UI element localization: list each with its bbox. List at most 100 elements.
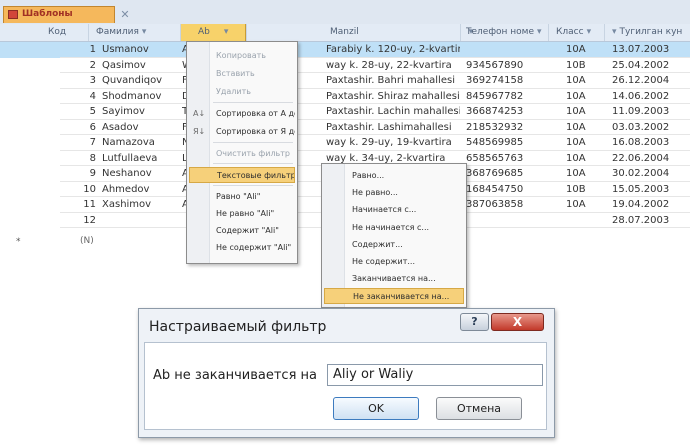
dialog-title: Настраиваемый фильтр [149,319,327,335]
cell-tugilgan-kun[interactable]: 26.12.2004 [612,75,688,86]
column-header-telefon[interactable]: Телефон номе ▾ [466,27,546,37]
cell-manzil[interactable]: way k. 29-uy, 19-kvartira [326,137,460,148]
cell-tugilgan-kun[interactable]: 19.04.2002 [612,199,688,210]
cell-manzil[interactable]: way k. 34-uy, 2-kvartira [326,153,460,164]
column-header-manzil[interactable]: Manzil ▾ [330,27,473,37]
cell-familiya[interactable]: Qasimov [102,60,178,71]
submenu-item[interactable]: Содержит... [324,237,464,253]
cell-manzil[interactable]: Farabiy k. 120-uy, 2-kvartira [326,44,460,55]
cell-kod[interactable]: 1 [70,44,96,55]
submenu-item[interactable]: Не начинается с... [324,220,464,236]
cell-tugilgan-kun[interactable]: 28.07.2003 [612,215,688,226]
cell-familiya[interactable]: Neshanov [102,168,178,179]
cell-manzil[interactable]: way k. 28-uy, 22-kvartira [326,60,460,71]
filter-value-input[interactable]: Aliy or Waliy [327,364,543,386]
cell-telefon[interactable]: 934567890 [466,60,546,71]
cell-telefon[interactable]: 168454750 [466,184,546,195]
menu-item[interactable]: Равно "Ali" [189,189,295,205]
cell-manzil[interactable]: Paxtashir. Lashimahallesi [326,122,460,133]
cell-telefon[interactable]: 387063858 [466,199,546,210]
cell-kod[interactable]: 12 [70,215,96,226]
menu-item[interactable]: Я↓ Сортировка от Я до А [189,124,295,140]
cell-tugilgan-kun[interactable]: 22.06.2004 [612,153,688,164]
cell-tugilgan-kun[interactable]: 15.05.2003 [612,184,688,195]
cell-telefon[interactable]: 366874253 [466,106,546,117]
cell-kod[interactable]: 5 [70,106,96,117]
cell-sinf[interactable]: 10A [566,75,602,86]
table-tab[interactable]: Шаблоны [3,6,115,23]
submenu-item[interactable]: Не заканчивается на... [324,288,464,305]
cell-tugilgan-kun[interactable]: 25.04.2002 [612,60,688,71]
column-header-ab[interactable]: Ab ▾ [198,27,228,37]
menu-item[interactable]: Содержит "Ali" [189,223,295,239]
cell-familiya[interactable]: Shodmanov [102,91,178,102]
cell-familiya[interactable]: Lutfullaeva [102,153,178,164]
cell-tugilgan-kun[interactable]: 16.08.2003 [612,137,688,148]
cell-telefon[interactable]: 658565763 [466,153,546,164]
submenu-item-label: Содержит... [352,239,403,249]
column-header-kod[interactable]: Код [48,27,66,37]
submenu-item[interactable]: Заканчивается на... [324,271,464,287]
cell-sinf[interactable]: 10A [566,91,602,102]
cell-tugilgan-kun[interactable]: 30.02.2004 [612,168,688,179]
submenu-item[interactable]: Не равно... [324,185,464,201]
close-tab-icon[interactable]: ✕ [118,8,132,22]
cell-tugilgan-kun[interactable]: 11.09.2003 [612,106,688,117]
cell-familiya[interactable]: Sayimov [102,106,178,117]
submenu-item[interactable]: Не содержит... [324,254,464,270]
cell-sinf[interactable]: 10A [566,122,602,133]
menu-item[interactable]: Не содержит "Ali" [189,240,295,256]
close-button[interactable]: X [491,313,544,331]
cell-telefon[interactable]: 548569985 [466,137,546,148]
cell-kod[interactable]: 2 [70,60,96,71]
cell-sinf[interactable]: 10A [566,44,602,55]
cell-kod[interactable]: 8 [70,153,96,164]
column-header-sinf[interactable]: Класс ▾ [556,27,591,37]
cell-sinf[interactable]: 10A [566,153,602,164]
menu-item[interactable]: A↓ Сортировка от А до Я [189,106,295,122]
cancel-button[interactable]: Отмена [436,397,522,420]
ok-button[interactable]: OK [333,397,419,420]
cell-sinf[interactable]: 10B [566,60,602,71]
cell-telefon[interactable]: 369274158 [466,75,546,86]
cell-manzil[interactable]: Paxtashir. Bahri mahallesi [326,75,460,86]
cell-kod[interactable]: 6 [70,122,96,133]
cell-manzil[interactable]: Paxtashir. Lachin mahallesi [326,106,460,117]
cell-telefon[interactable]: 218532932 [466,122,546,133]
column-header-familiya[interactable]: Фамилия ▾ [96,27,176,37]
cell-familiya[interactable]: Namazova [102,137,178,148]
cell-sinf[interactable]: 10A [566,106,602,117]
cell-familiya[interactable]: Xashimov [102,199,178,210]
cell-kod[interactable]: 10 [70,184,96,195]
menu-item[interactable]: Копировать [189,48,295,64]
cell-familiya[interactable]: Asadov [102,122,178,133]
cell-tugilgan-kun[interactable]: 13.07.2003 [612,44,688,55]
cell-tugilgan-kun[interactable]: 14.06.2002 [612,91,688,102]
menu-item[interactable]: Очистить фильтр [189,146,295,162]
help-button[interactable]: ? [460,313,489,331]
cell-familiya[interactable]: Quvandiqov [102,75,178,86]
cell-tugilgan-kun[interactable]: 03.03.2002 [612,122,688,133]
submenu-item[interactable]: Равно... [324,168,464,184]
cell-telefon[interactable]: 845967782 [466,91,546,102]
menu-item[interactable]: Вставить [189,66,295,82]
cell-sinf[interactable]: 10A [566,199,602,210]
cell-kod[interactable]: 7 [70,137,96,148]
menu-item[interactable]: Удалить [189,84,295,100]
menu-item[interactable]: Текстовые фильтры [189,167,295,183]
menu-item[interactable]: Не равно "Ali" [189,206,295,222]
submenu-item[interactable]: Начинается с... [324,202,464,218]
column-header-tugilgan-kun[interactable]: ▾ Тугилган кун [612,27,690,37]
cell-sinf[interactable]: 10A [566,168,602,179]
cell-manzil[interactable]: Paxtashir. Shiraz mahallesi [326,91,460,102]
cell-familiya[interactable]: Ahmedov [102,184,178,195]
cell-familiya[interactable]: Usmanov [102,44,178,55]
cell-sinf[interactable]: 10A [566,137,602,148]
cell-kod[interactable]: 4 [70,91,96,102]
cell-kod[interactable]: 3 [70,75,96,86]
cell-kod[interactable]: 11 [70,199,96,210]
cell-telefon[interactable]: 368769685 [466,168,546,179]
cell-sinf[interactable]: 10B [566,184,602,195]
sort-icon: A↓ [193,109,206,118]
cell-kod[interactable]: 9 [70,168,96,179]
